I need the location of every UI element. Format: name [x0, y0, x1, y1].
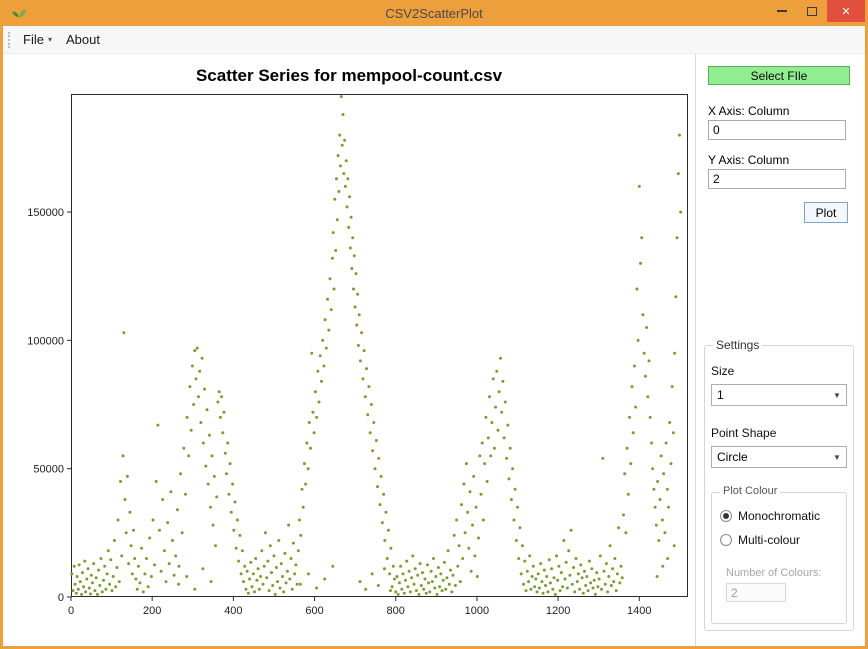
- settings-group-label: Settings: [713, 338, 763, 352]
- plot-colour-group-label: Plot Colour: [720, 485, 781, 497]
- menu-about-label: About: [65, 32, 100, 47]
- svg-text:100000: 100000: [27, 335, 64, 347]
- app-icon: [11, 5, 29, 21]
- x-axis-column-label: X Axis: Column: [708, 104, 790, 118]
- multi-colour-radio-label: Multi-colour: [738, 533, 801, 547]
- svg-text:150000: 150000: [27, 207, 64, 219]
- point-shape-label: Point Shape: [711, 426, 777, 440]
- chevron-down-icon: ▼: [833, 390, 841, 400]
- svg-text:50000: 50000: [33, 464, 64, 476]
- close-icon: ✕: [841, 5, 851, 18]
- plot-colour-group: Plot Colour Monochromatic Multi-colour N…: [711, 485, 847, 624]
- plot-button[interactable]: Plot: [804, 202, 848, 223]
- point-shape-dropdown[interactable]: Circle ▼: [711, 446, 847, 468]
- window-title: CSV2ScatterPlot: [385, 5, 483, 21]
- close-button[interactable]: ✕: [827, 0, 865, 22]
- control-panel: Select FIle X Axis: Column Y Axis: Colum…: [695, 54, 865, 646]
- y-axis-column-label: Y Axis: Column: [708, 153, 790, 167]
- title-bar: CSV2ScatterPlot ✕: [3, 0, 865, 26]
- chart-title: Scatter Series for mempool-count.csv: [195, 66, 503, 85]
- svg-text:0: 0: [68, 605, 74, 617]
- svg-text:400: 400: [224, 605, 242, 617]
- maximize-icon: [807, 6, 817, 16]
- svg-text:600: 600: [305, 605, 323, 617]
- monochromatic-radio-label: Monochromatic: [738, 509, 821, 523]
- svg-text:1200: 1200: [546, 605, 570, 617]
- size-dropdown-value: 1: [717, 388, 724, 402]
- monochromatic-radio[interactable]: Monochromatic: [720, 509, 820, 523]
- chevron-down-icon: ▼: [833, 452, 841, 462]
- y-axis-column-input[interactable]: [708, 169, 846, 189]
- select-file-button[interactable]: Select FIle: [708, 66, 850, 85]
- chevron-down-icon: ▾: [47, 35, 52, 44]
- number-of-colours-input[interactable]: [726, 583, 786, 602]
- svg-text:1400: 1400: [627, 605, 651, 617]
- client-area: Scatter Series for mempool-count.csv 0 20…: [3, 54, 865, 646]
- radio-icon: [720, 510, 732, 522]
- toolstrip-grip-icon: [8, 31, 10, 48]
- size-label: Size: [711, 364, 735, 378]
- size-dropdown[interactable]: 1 ▼: [711, 384, 847, 406]
- menu-file[interactable]: File ▾: [16, 28, 59, 51]
- svg-text:200: 200: [143, 605, 161, 617]
- minimize-button[interactable]: [767, 0, 797, 22]
- svg-text:1000: 1000: [465, 605, 489, 617]
- maximize-button[interactable]: [797, 0, 827, 22]
- x-axis-column-input[interactable]: [708, 120, 846, 140]
- window-controls: ✕: [767, 0, 865, 22]
- menu-bar: File ▾ About: [3, 26, 865, 54]
- menu-file-label: File: [23, 32, 44, 47]
- scatter-plot-svg: 0 200 400 600 800 1000 1200 1400 0 50000 100000 150…: [27, 94, 688, 617]
- point-shape-dropdown-value: Circle: [717, 450, 748, 464]
- multi-colour-radio[interactable]: Multi-colour: [720, 533, 800, 547]
- chart-area: Scatter Series for mempool-count.csv 0 20…: [3, 54, 695, 646]
- number-of-colours-label: Number of Colours:: [726, 567, 822, 579]
- app-window: CSV2ScatterPlot ✕ File ▾ About Scatter S…: [0, 0, 868, 649]
- svg-text:800: 800: [387, 605, 405, 617]
- minimize-icon: [777, 10, 787, 12]
- radio-icon: [720, 534, 732, 546]
- svg-text:0: 0: [58, 592, 64, 604]
- menu-about[interactable]: About: [59, 28, 107, 51]
- settings-group: Settings Size 1 ▼ Point Shape Circle ▼ P…: [704, 338, 854, 631]
